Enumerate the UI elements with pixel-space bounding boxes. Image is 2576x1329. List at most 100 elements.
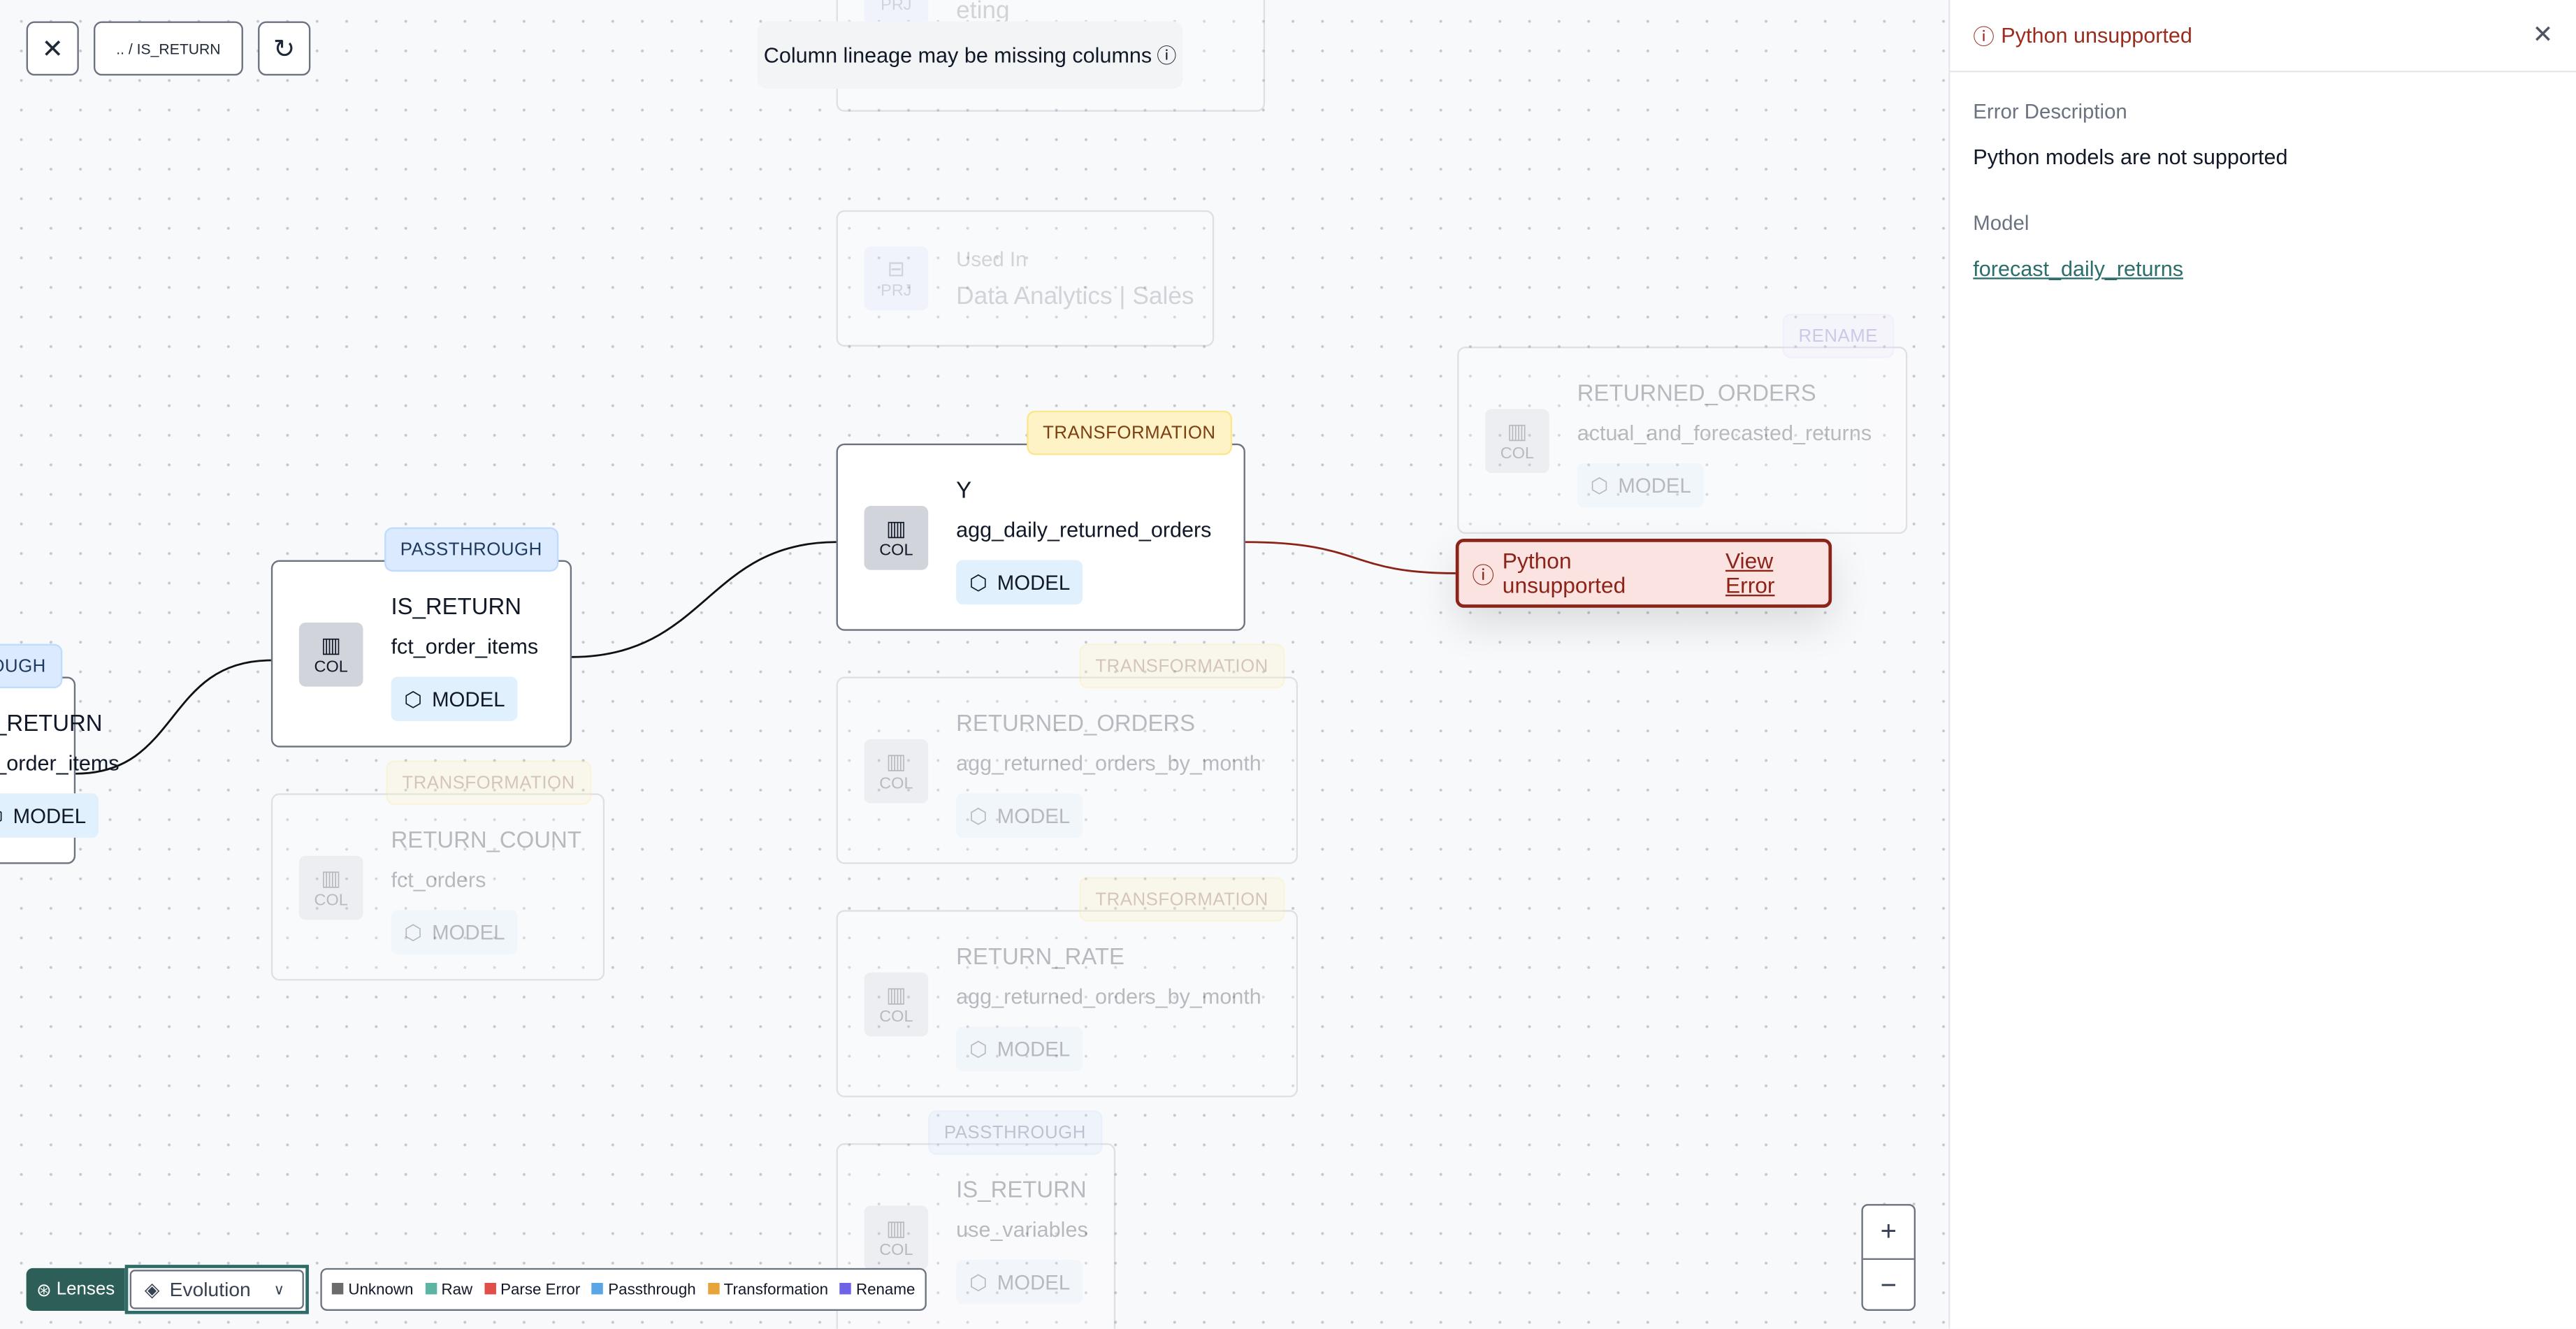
legend-label: Rename [855,1280,916,1299]
error-description: Python models are not supported [1973,144,2288,170]
column-icon: ▥ COL [298,622,363,687]
node-kind: COL [314,892,348,910]
lineage-node[interactable]: ▥ COL RETURN_RATE agg_returned_orders_by_mo… [836,910,1298,1098]
node-title: IS_RETURN [391,593,522,620]
node-badge: PASSTHROUGH [0,644,63,688]
legend-swatch [591,1281,604,1294]
model-chip[interactable]: ⬡ MODEL [391,676,519,722]
zoom-out-button[interactable]: − [1862,1258,1914,1311]
node-title: Y [956,476,972,503]
column-icon: ▥ COL [864,739,929,804]
node-kind: COL [879,1242,913,1261]
legend-swatch [331,1281,344,1294]
model-link[interactable]: forecast_daily_returns [1973,256,2183,281]
legend-item: Transformation [707,1280,828,1298]
legend-label: Transformation [723,1280,828,1299]
legend-swatch [839,1281,851,1294]
model-chip[interactable]: ⬡ MODEL [956,793,1084,838]
node-title: IS_RETURN [956,1176,1087,1203]
close-button[interactable]: ✕ [26,21,79,76]
project-icon: ⊟PRJ [864,246,929,311]
error-panel: ⓘ Python unsupported ✕ Error Description… [1948,0,2576,1329]
cube-icon: ⬡ [969,804,987,828]
node-subtitle: fct_order_items [0,750,120,776]
cube-icon: ⬡ [969,1038,987,1061]
model-chip[interactable]: ⬡ MODEL [391,910,519,954]
node-badge: TRANSFORMATION [385,760,592,805]
chip-label: MODEL [432,920,505,944]
legend-item: Raw [424,1280,472,1298]
cube-icon: ⬡ [404,921,422,945]
model-chip[interactable]: ⬡ MODEL [0,793,99,838]
lineage-node[interactable]: ▥COLIS_RETURNfct_order_items⬡MODEL [270,560,572,748]
refresh-button[interactable]: ↻ [258,21,311,76]
lineage-node[interactable]: ▥ COL Yagg_daily_returned_orders ⬡ MODEL [836,443,1245,631]
legend-item: Unknown [331,1280,414,1299]
info-icon[interactable]: ⓘ [1157,41,1176,69]
node-badge: PASSTHROUGH [384,527,559,572]
lens-select[interactable]: ◈ Evolution ∨ [124,1265,309,1314]
lineage-canvas[interactable]: ⊟PRJUsed Ineting⊟PRJUsed InData Analytic… [0,0,1949,1329]
legend-label: Unknown [348,1280,414,1299]
breadcrumb[interactable]: .. / IS_RETURN [93,21,243,76]
node-subtitle: use_variables [956,1217,1088,1242]
column-icon: ▥ COL [298,855,363,920]
node-subtitle: agg_returned_orders_by_month [956,750,1261,776]
cube-icon: ⬡ [0,804,3,828]
aperture-icon: ⊛ [36,1280,52,1300]
chip-label: MODEL [997,570,1071,594]
alert-icon: ⓘ [1472,563,1495,588]
node-kind: PRJ [881,0,912,15]
model-label: Model [1973,212,2029,235]
lineage-node[interactable]: ▥ COL RETURN_COUNT fct_orders ⬡ MODEL [270,793,605,981]
legend-label: Parse Error [500,1280,581,1299]
model-chip[interactable]: ⬡ MODEL [956,560,1084,605]
edge-error [1245,541,1456,574]
view-error-link[interactable]: View Error [1725,549,1828,598]
node-subtitle: agg_returned_orders_by_month [956,984,1261,1009]
chip-label: MODEL [997,1270,1071,1294]
model-chip[interactable]: ⬡ MODEL [1577,463,1705,508]
lineage-node[interactable]: ⊟ PRJ Used In Data Analytics | Sales [836,210,1215,347]
node-kind: COL [879,1008,913,1027]
lineage-node[interactable]: ▥ COL RETURNED_ORDERS actual_and_forecasted… [1457,347,1908,535]
node-kind: PRJ [881,282,912,301]
legend-item: Rename [839,1280,915,1298]
panel-header: ⓘ Python unsupported [1950,0,2576,73]
edge [572,541,837,658]
cube-icon: ⬡ [969,572,987,595]
legend-swatch [424,1281,437,1294]
error-description-label: Error Description [1973,100,2127,124]
chip-label: MODEL [997,1037,1071,1061]
close-panel-button[interactable]: ✕ [2533,20,2554,50]
node-kind: COL [1500,445,1535,463]
zoom-controls: + − [1861,1204,1916,1311]
lineage-node[interactable]: ▥ COL RETURNED_ORDERS agg_returned_orders_b… [836,676,1298,864]
node-badge: RENAME [1781,314,1895,358]
node-title: Used In [956,247,1027,271]
node-subtitle: Data Analytics | Sales [956,282,1194,311]
model-chip[interactable]: ⬡ MODEL [956,1260,1084,1305]
error-node[interactable]: ⓘ Python unsupported View Error [1455,539,1832,608]
node-kind: COL [879,775,913,794]
legend: Unknown Raw Parse Error Passthrough Transfor… [320,1268,927,1311]
model-chip[interactable]: ⬡ MODEL [956,1026,1084,1071]
zoom-in-button[interactable]: + [1863,1205,1914,1258]
lens-selected-value: Evolution [169,1277,251,1301]
node-subtitle: fct_orders [391,867,486,892]
column-icon: ▥ COL [864,972,929,1037]
lenses-button[interactable]: ⊛ Lenses [26,1268,125,1311]
node-title: RETURN_RATE [956,943,1124,969]
lineage-node[interactable]: ▥COLIS_RETURNfct_order_items⬡MODEL [0,676,120,864]
column-icon: ▥ COL [864,1205,929,1270]
chip-label: MODEL [13,804,87,827]
node-title: RETURNED_ORDERS [1577,379,1816,406]
node-badge: PASSTHROUGH [927,1110,1103,1155]
node-kind: COL [879,542,913,560]
chip-label: MODEL [1618,474,1691,498]
chip-label: MODEL [997,804,1071,827]
node-subtitle: actual_and_forecasted_returns [1577,420,1872,446]
legend-swatch [707,1281,719,1294]
chip-label: MODEL [432,687,505,711]
refresh-icon: ↻ [273,35,296,64]
